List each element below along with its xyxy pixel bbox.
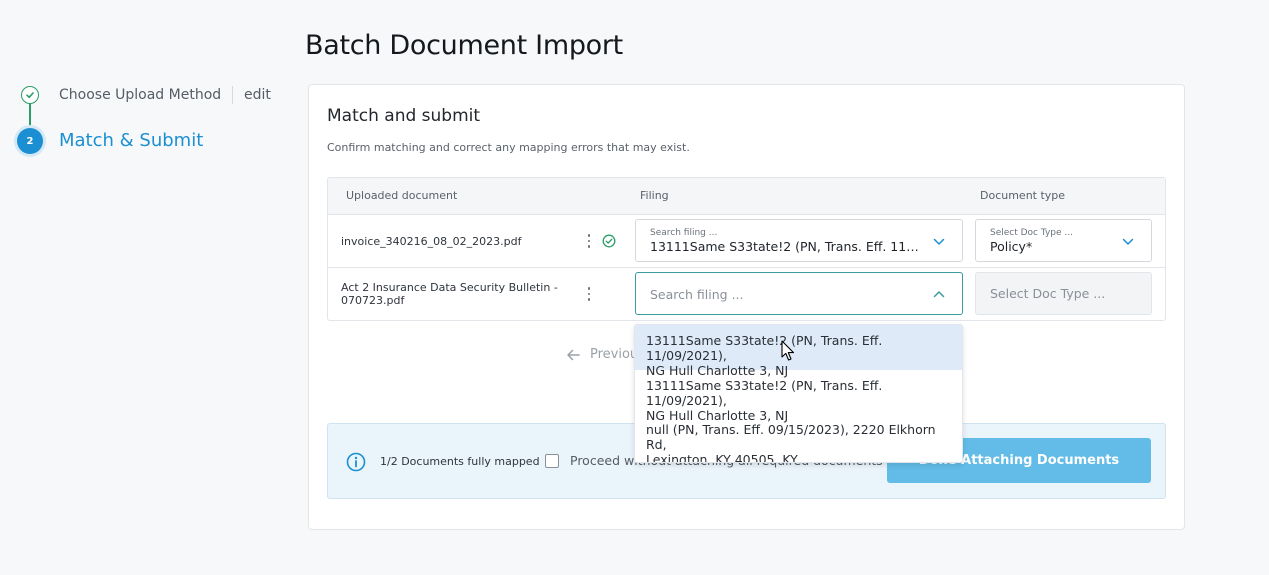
column-uploaded-document: Uploaded document <box>346 189 458 202</box>
table-header: Uploaded document Filing Document type <box>328 178 1165 215</box>
doctype-select-label: Select Doc Type ... <box>990 228 1073 238</box>
step-done-check-icon <box>21 86 39 104</box>
filing-select-value: 13111Same S33tate!2 (PN, Trans. Eff. 11/… <box>650 239 922 254</box>
arrow-left-icon <box>567 349 580 360</box>
table-row: invoice_340216_08_02_2023.pdf Search fil… <box>328 215 1165 268</box>
card-title: Match and submit <box>327 106 481 126</box>
option-line2: Lexington, KY 40505, KY <box>646 452 798 463</box>
step-divider <box>232 86 233 104</box>
dropdown-option[interactable]: null (PN, Trans. Eff. 09/15/2023), 2220 … <box>635 415 962 463</box>
page-title: Batch Document Import <box>305 30 623 61</box>
doctype-select-disabled: Select Doc Type ... <box>975 272 1152 315</box>
stepper: 2 Choose Upload Method edit Match & Subm… <box>0 0 300 200</box>
more-options-icon[interactable] <box>584 286 594 302</box>
more-options-icon[interactable] <box>584 233 594 249</box>
mouse-cursor-icon <box>781 340 795 361</box>
doctype-select[interactable]: Select Doc Type ... Policy* <box>975 219 1152 262</box>
column-document-type: Document type <box>980 189 1066 202</box>
match-submit-card: Match and submit Confirm matching and co… <box>308 84 1185 530</box>
proceed-checkbox[interactable] <box>545 454 559 468</box>
chevron-up-icon <box>933 290 945 298</box>
filing-search-input[interactable] <box>650 285 920 303</box>
doctype-select-value: Policy* <box>990 239 1033 254</box>
card-subtitle: Confirm matching and correct any mapping… <box>327 141 690 154</box>
table-row: Act 2 Insurance Data Security Bulletin -… <box>328 268 1165 320</box>
column-filing: Filing <box>640 189 669 202</box>
mapped-check-icon <box>602 234 616 248</box>
mapped-count: 1/2 Documents fully mapped <box>380 455 540 468</box>
filing-select-label: Search filing ... <box>650 228 718 238</box>
info-icon <box>346 452 366 472</box>
chevron-down-icon <box>933 238 945 246</box>
option-line1: null (PN, Trans. Eff. 09/15/2023), 2220 … <box>646 422 936 452</box>
dropdown-option[interactable]: 13111Same S33tate!2 (PN, Trans. Eff. 11/… <box>635 325 962 378</box>
step-number-badge: 2 <box>17 128 43 154</box>
doctype-placeholder: Select Doc Type ... <box>990 286 1106 301</box>
step-choose-upload-method: Choose Upload Method <box>59 87 222 103</box>
step-edit-link[interactable]: edit <box>244 86 271 104</box>
mapping-table: Uploaded document Filing Document type i… <box>327 177 1166 321</box>
document-name: Act 2 Insurance Data Security Bulletin -… <box>341 281 558 307</box>
filing-dropdown-menu: 13111Same S33tate!2 (PN, Trans. Eff. 11/… <box>634 324 963 463</box>
chevron-down-icon <box>1122 238 1134 246</box>
dropdown-option[interactable]: 13111Same S33tate!2 (PN, Trans. Eff. 11/… <box>635 370 962 423</box>
filing-select[interactable]: Search filing ... 13111Same S33tate!2 (P… <box>635 219 963 262</box>
step-connector <box>29 104 31 128</box>
option-line1: 13111Same S33tate!2 (PN, Trans. Eff. 11/… <box>646 333 883 363</box>
filing-search-field[interactable] <box>635 272 963 315</box>
option-line1: 13111Same S33tate!2 (PN, Trans. Eff. 11/… <box>646 378 883 408</box>
step-match-submit: Match & Submit <box>59 130 204 151</box>
document-name: invoice_340216_08_02_2023.pdf <box>341 235 522 248</box>
